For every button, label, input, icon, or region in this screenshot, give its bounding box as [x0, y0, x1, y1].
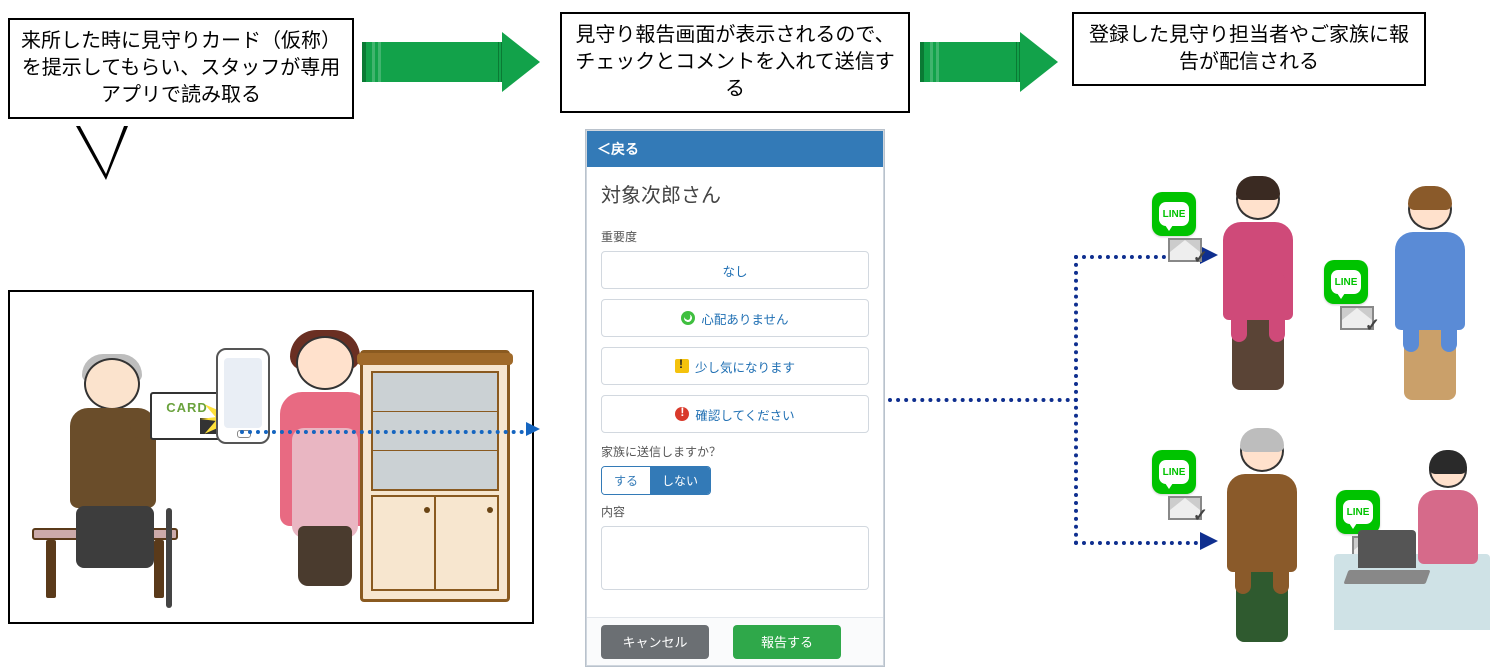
distribution-line — [1074, 255, 1078, 545]
alert-icon — [675, 407, 689, 421]
cancel-button-label: キャンセル — [622, 632, 687, 651]
recipient-person-icon — [1210, 178, 1306, 390]
mimamori-card-icon: CARD — [150, 392, 224, 440]
severity-option-alert-text: 確認してください — [695, 405, 794, 424]
data-flow-line-1 — [240, 430, 532, 434]
content-textarea[interactable] — [601, 526, 869, 590]
send-family-label: 家族に送信しますか？ — [601, 443, 869, 460]
back-button[interactable]: ＜戻る — [597, 139, 639, 159]
caption-step1-text: 来所した時に見守りカード（仮称）を提示してもらい、スタッフが専用アプリで読み取る — [21, 30, 341, 106]
arrow-head-icon — [1020, 32, 1058, 92]
app-report-screen: ＜戻る 対象次郎さん 重要度 なし 心配ありません 少し気になります 確認してく… — [586, 130, 884, 666]
mail-check-icon — [1168, 496, 1202, 520]
card-label: CARD — [166, 400, 208, 415]
line-label: LINE — [1159, 460, 1189, 484]
severity-option-warn[interactable]: 少し気になります — [601, 347, 869, 385]
app-header: ＜戻る — [587, 131, 883, 167]
severity-option-none-text: なし — [722, 261, 747, 280]
line-badge-icon: LINE — [1336, 490, 1380, 534]
recipient-person-icon — [1214, 430, 1310, 642]
severity-option-none[interactable]: なし — [601, 251, 869, 289]
submit-button[interactable]: 報告する — [733, 625, 841, 659]
caption-step2: 見守り報告画面が表示されるので、チェックとコメントを入れて送信する — [560, 12, 910, 113]
submit-button-label: 報告する — [761, 632, 813, 651]
arrow-head-icon — [502, 32, 540, 92]
mail-check-icon — [1168, 238, 1202, 262]
distribution-line — [888, 398, 1078, 402]
caption-step2-text: 見守り報告画面が表示されるので、チェックとコメントを入れて送信する — [575, 24, 894, 100]
line-badge-icon: LINE — [1152, 192, 1196, 236]
distribution-line — [1074, 541, 1206, 545]
content-label: 内容 — [601, 503, 869, 520]
app-person-name: 対象次郎さん — [587, 167, 883, 214]
send-family-toggle[interactable]: する しない — [601, 466, 711, 495]
flow-arrow-1 — [362, 42, 540, 82]
app-footer: キャンセル 報告する — [587, 617, 883, 665]
recipient-person-icon — [1406, 452, 1490, 564]
line-label: LINE — [1159, 202, 1189, 226]
diagram-stage: 来所した時に見守りカード（仮称）を提示してもらい、スタッフが専用アプリで読み取る… — [0, 0, 1497, 668]
caption-step3: 登録した見守り担当者やご家族に報告が配信される — [1072, 12, 1426, 86]
warning-icon — [675, 359, 689, 373]
line-label: LINE — [1331, 270, 1361, 294]
cancel-button[interactable]: キャンセル — [601, 625, 709, 659]
elderly-person-icon — [58, 358, 188, 568]
smile-icon — [681, 311, 695, 325]
line-badge-icon: LINE — [1324, 260, 1368, 304]
cabinet-icon — [360, 350, 510, 602]
severity-option-ok[interactable]: 心配ありません — [601, 299, 869, 337]
severity-option-alert[interactable]: 確認してください — [601, 395, 869, 433]
mail-check-icon — [1340, 306, 1374, 330]
severity-option-warn-text: 少し気になります — [695, 357, 795, 376]
flow-arrow-2 — [920, 42, 1058, 82]
send-family-no[interactable]: しない — [650, 467, 710, 494]
caption-step3-text: 登録した見守り担当者やご家族に報告が配信される — [1089, 24, 1409, 73]
arrow-shaft-icon — [920, 42, 1020, 82]
line-label: LINE — [1343, 500, 1373, 524]
data-flow-arrowhead-1 — [526, 422, 540, 436]
send-family-yes[interactable]: する — [602, 467, 650, 494]
severity-option-ok-text: 心配ありません — [701, 309, 788, 328]
arrow-shaft-icon — [362, 42, 502, 82]
severity-label: 重要度 — [601, 228, 869, 245]
caption-step1-speech: 来所した時に見守りカード（仮称）を提示してもらい、スタッフが専用アプリで読み取る — [8, 18, 354, 119]
illustration-scan — [8, 290, 534, 624]
line-badge-icon: LINE — [1152, 450, 1196, 494]
speech-tail-icon — [76, 126, 128, 180]
recipient-person-icon — [1382, 188, 1478, 400]
